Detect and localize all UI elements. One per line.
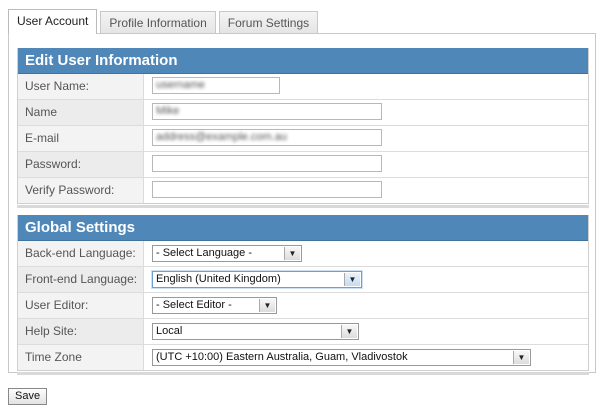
field-label: Time Zone [18, 345, 144, 370]
field-value: Mike [156, 105, 180, 117]
form-row: Help Site: Local ▼ [18, 319, 588, 345]
field-label: Password: [18, 152, 144, 177]
form-row: Front-end Language: English (United King… [18, 267, 588, 293]
field-label: Front-end Language: [18, 267, 144, 292]
frontend-language-select[interactable]: English (United Kingdom) ▼ [151, 270, 363, 289]
chevron-down-icon[interactable]: ▼ [513, 351, 529, 364]
chevron-down-icon[interactable]: ▼ [259, 299, 275, 312]
time-zone-select[interactable]: (UTC +10:00) Eastern Australia, Guam, Vl… [152, 349, 531, 366]
select-value: Local [156, 325, 183, 337]
select-value: English (United Kingdom) [156, 273, 281, 285]
global-settings-section: Global Settings Back-end Language: - Sel… [17, 215, 589, 371]
password-field[interactable] [152, 155, 382, 172]
form-row: Verify Password: [18, 178, 588, 203]
username-field[interactable]: username [152, 77, 280, 94]
form-row: E-mail address@example.com.au [18, 126, 588, 152]
field-value: address@example.com.au [156, 131, 288, 143]
field-label: Name [18, 100, 144, 125]
chevron-down-icon[interactable]: ▼ [341, 325, 357, 338]
form-row: Name Mike [18, 100, 588, 126]
field-label: User Editor: [18, 293, 144, 318]
section-title: Edit User Information [18, 48, 588, 74]
chevron-down-icon[interactable]: ▼ [344, 273, 360, 286]
tab-panel: Edit User Information User Name: usernam… [8, 33, 596, 375]
form-row: Password: [18, 152, 588, 178]
field-value: username [156, 79, 205, 91]
field-label: E-mail [18, 126, 144, 151]
section-divider [17, 372, 589, 375]
tab-profile-information[interactable]: Profile Information [100, 11, 216, 34]
tab-forum-settings[interactable]: Forum Settings [218, 11, 319, 34]
select-value: - Select Language - [156, 247, 253, 259]
form-row: Time Zone (UTC +10:00) Eastern Australia… [18, 345, 588, 370]
name-field[interactable]: Mike [152, 103, 382, 120]
edit-user-section: Edit User Information User Name: usernam… [17, 48, 589, 204]
field-label: Back-end Language: [18, 241, 144, 266]
field-label: User Name: [18, 74, 144, 99]
field-label: Verify Password: [18, 178, 144, 203]
verify-password-field[interactable] [152, 181, 382, 198]
form-row: User Editor: - Select Editor - ▼ [18, 293, 588, 319]
form-row: Back-end Language: - Select Language - ▼ [18, 241, 588, 267]
tab-bar: User Account Profile Information Forum S… [8, 9, 321, 34]
form-row: User Name: username [18, 74, 588, 100]
help-site-select[interactable]: Local ▼ [152, 323, 359, 340]
field-label: Help Site: [18, 319, 144, 344]
email-field[interactable]: address@example.com.au [152, 129, 382, 146]
user-editor-select[interactable]: - Select Editor - ▼ [152, 297, 277, 314]
select-value: (UTC +10:00) Eastern Australia, Guam, Vl… [156, 351, 408, 363]
tab-user-account[interactable]: User Account [8, 9, 98, 34]
chevron-down-icon[interactable]: ▼ [284, 247, 300, 260]
save-button[interactable]: Save [8, 388, 48, 405]
section-divider [17, 205, 589, 208]
select-value: - Select Editor - [156, 299, 232, 311]
backend-language-select[interactable]: - Select Language - ▼ [152, 245, 302, 262]
section-title: Global Settings [18, 215, 588, 241]
